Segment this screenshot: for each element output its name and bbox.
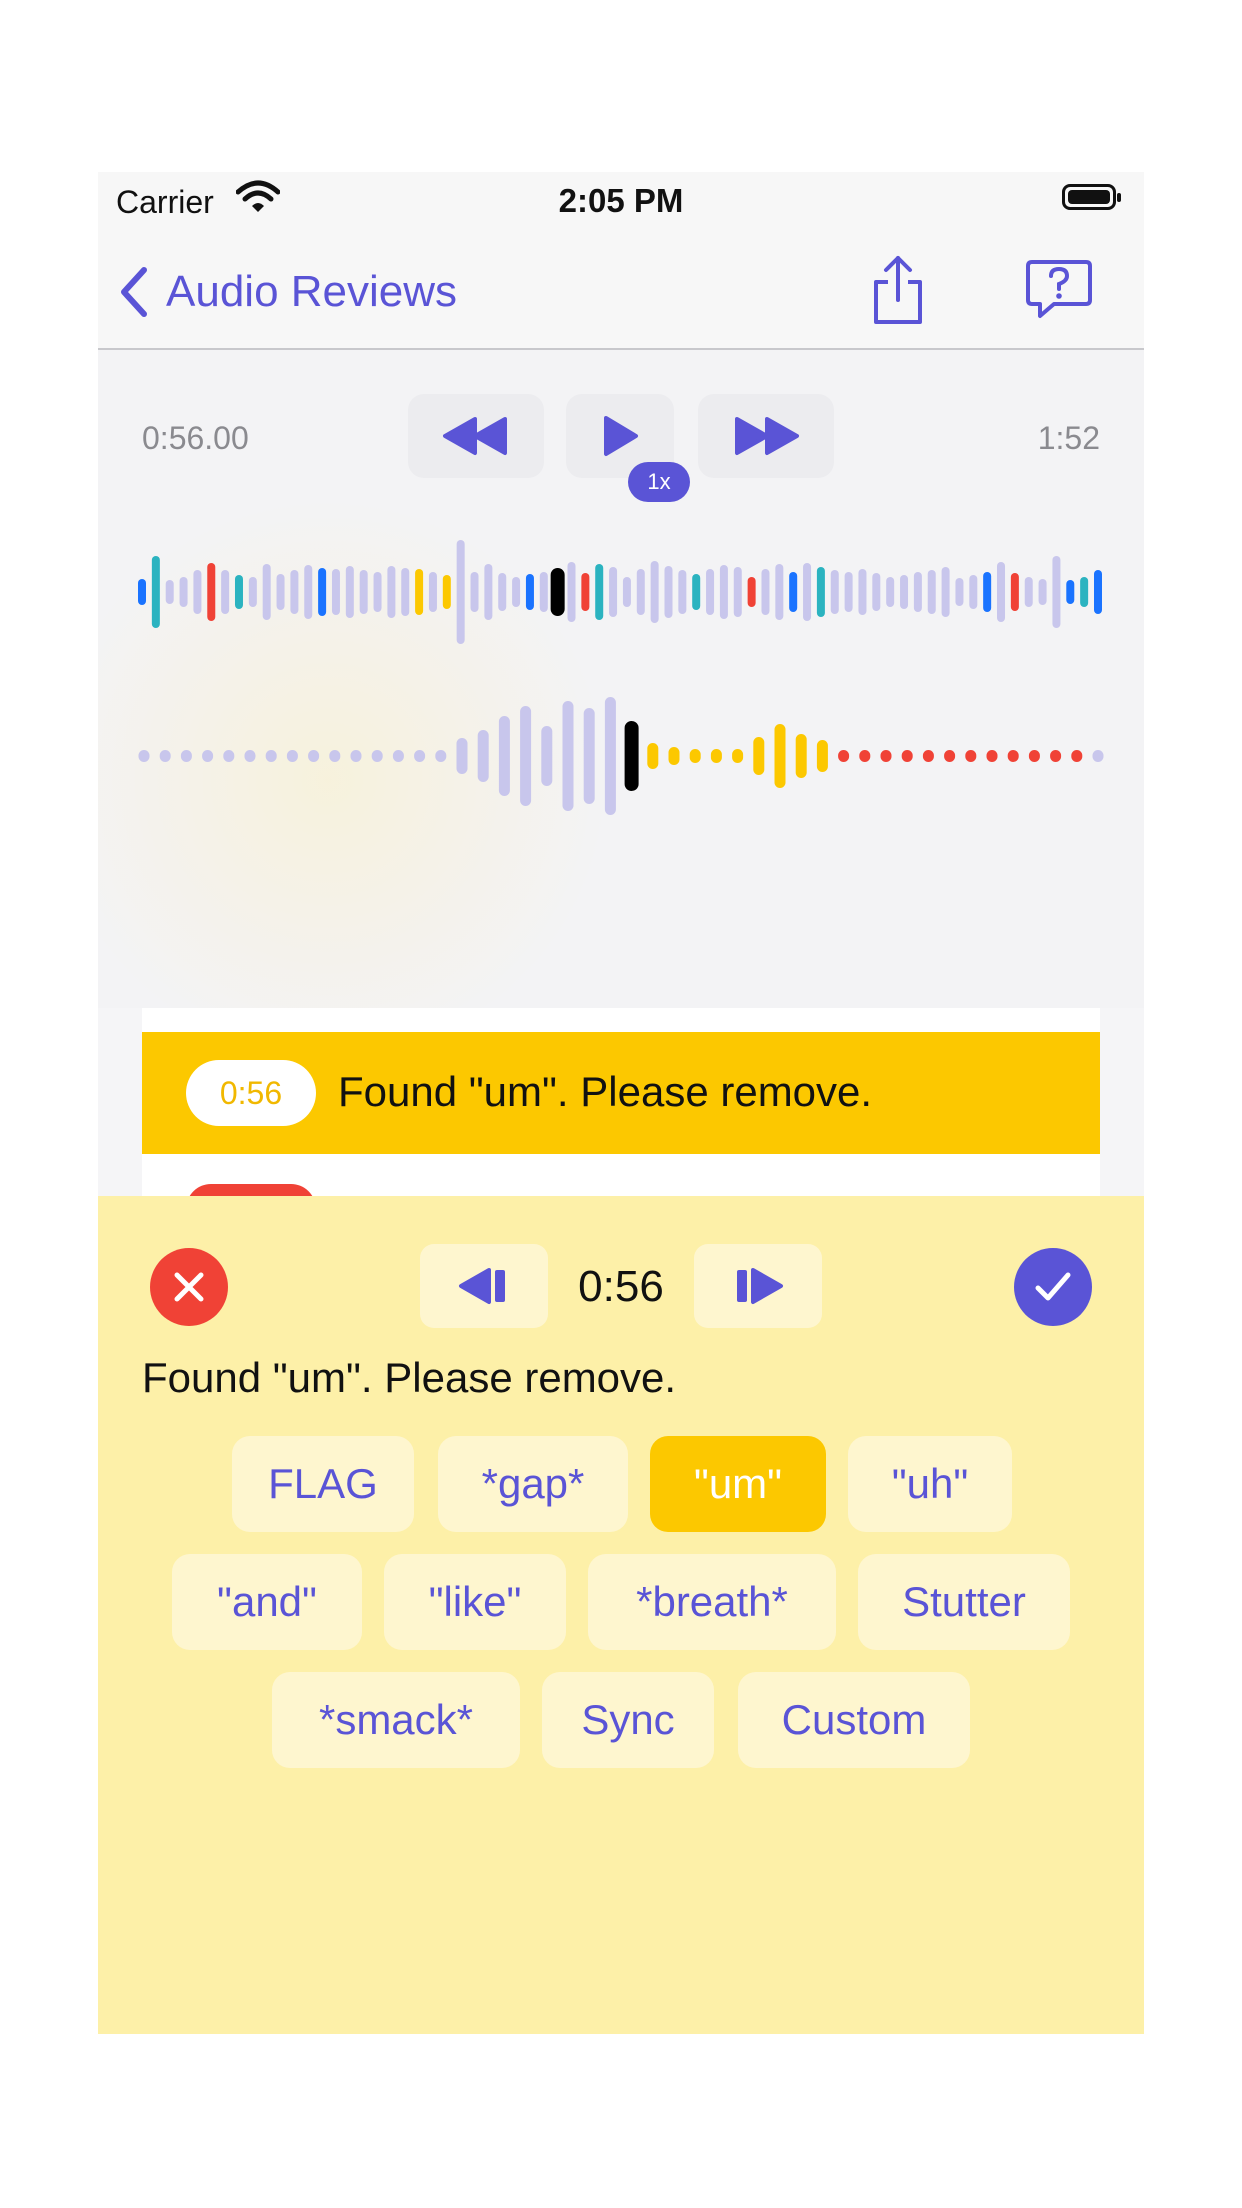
waveform-detail-bar — [986, 750, 998, 762]
status-time: 2:05 PM — [558, 182, 684, 219]
step-back-button[interactable] — [420, 1244, 548, 1328]
waveform-detail-bar — [541, 726, 553, 786]
flag-row-selected[interactable]: 0:56 Found "um". Please remove. — [142, 1032, 1100, 1154]
waveform-detail-bar — [562, 701, 574, 811]
tag-flag[interactable]: FLAG — [232, 1436, 414, 1532]
waveform-detail-bar — [1050, 750, 1062, 762]
rewind-icon — [443, 417, 507, 455]
tag-custom[interactable]: Custom — [738, 1672, 970, 1768]
waveform-detail-bar — [816, 740, 828, 772]
share-icon — [874, 256, 922, 324]
waveform-detail-bar — [922, 750, 934, 762]
playhead-marker-detail — [624, 721, 639, 791]
rewind-button[interactable] — [408, 394, 544, 478]
current-time: 0:56.00 — [142, 420, 249, 456]
step-forward-button[interactable] — [694, 1244, 822, 1328]
waveform-detail-bar — [392, 750, 404, 762]
waveform-detail-bar — [647, 743, 659, 769]
flag-time-pill: 0:56 — [186, 1060, 316, 1126]
back-button[interactable]: Audio Reviews — [118, 262, 457, 322]
tag-sync[interactable]: Sync — [542, 1672, 714, 1768]
battery-icon — [1062, 184, 1121, 210]
editor-time: 0:56 — [578, 1262, 664, 1311]
waveform-detail-bar — [1007, 750, 1019, 762]
waveform-detail-bar — [138, 750, 150, 762]
fast-forward-button[interactable] — [698, 394, 834, 478]
close-icon — [174, 1272, 204, 1302]
waveform-detail-bar — [880, 750, 892, 762]
flag-editor-panel: 0:56 Found "um". Please remove. FLAG *ga… — [98, 1196, 1144, 2034]
audio-player: 0:56.00 1:52 1x — [98, 350, 1144, 1008]
waveform-detail-bar — [223, 750, 235, 762]
tag-stutter[interactable]: Stutter — [858, 1554, 1070, 1650]
waveform-detail-bar — [668, 747, 680, 765]
status-bar: Carrier 2:05 PM — [98, 172, 1144, 232]
play-icon — [604, 416, 638, 456]
waveform-detail-bar — [795, 734, 807, 778]
waveform-detail-bar — [520, 706, 532, 806]
waveform-detail-bar — [435, 750, 447, 762]
step-forward-icon — [737, 1268, 783, 1304]
waveform-detail-bar — [371, 750, 383, 762]
cancel-button[interactable] — [150, 1248, 228, 1326]
waveform-detail-bar — [965, 750, 977, 762]
waveform-detail-bar — [180, 750, 192, 762]
waveform-detail-bar — [477, 730, 489, 782]
waveform-detail-bar — [350, 750, 362, 762]
waveform-detail-bar — [286, 750, 298, 762]
flag-note-text: Found "um". Please remove. — [142, 1354, 677, 1401]
waveform-detail-bar — [244, 750, 256, 762]
waveform-detail-bar — [732, 749, 744, 763]
share-button[interactable] — [868, 254, 928, 331]
waveform-detail-bar — [414, 750, 426, 762]
fast-forward-icon — [735, 417, 799, 455]
confirm-button[interactable] — [1014, 1248, 1092, 1326]
help-bubble-icon — [1026, 260, 1092, 318]
waveform-detail-bar — [1028, 750, 1040, 762]
step-back-icon — [459, 1268, 505, 1304]
waveform-detail-bar — [710, 749, 722, 763]
tag-like[interactable]: "like" — [384, 1554, 566, 1650]
flag-row-text: Found "um". Please remove. — [338, 1068, 873, 1115]
waveform-detail-bar — [265, 750, 277, 762]
help-button[interactable] — [1024, 258, 1094, 327]
waveform-detail-bar — [308, 750, 320, 762]
back-button-label: Audio Reviews — [166, 267, 458, 316]
waveform-detail-bar — [859, 750, 871, 762]
waveform-detail-bar — [583, 708, 595, 804]
playback-speed-badge[interactable]: 1x — [628, 462, 690, 502]
total-time: 1:52 — [1037, 420, 1100, 456]
tag-uh[interactable]: "uh" — [848, 1436, 1012, 1532]
waveform-detail-bar — [1092, 750, 1104, 762]
waveform-detail-bar — [159, 750, 171, 762]
waveform-detail-bar — [753, 737, 765, 775]
navigation-bar: Audio Reviews — [98, 232, 1144, 350]
waveform-detail-bar — [1071, 750, 1083, 762]
waveform-detail-bar — [604, 697, 616, 815]
waveform-detail-bar — [202, 750, 214, 762]
flag-list: 0:56 Found "um". Please remove. — [142, 1008, 1100, 1234]
tag-um[interactable]: "um" — [650, 1436, 826, 1532]
tag-gap[interactable]: *gap* — [438, 1436, 628, 1532]
tag-breath[interactable]: *breath* — [588, 1554, 836, 1650]
waveform-detail-bar — [329, 750, 341, 762]
tag-and[interactable]: "and" — [172, 1554, 362, 1650]
waveform-detail-bar — [689, 749, 701, 763]
waveform-detail-bar — [774, 724, 786, 788]
waveform-detail-bar — [901, 750, 913, 762]
tag-smack[interactable]: *smack* — [272, 1672, 520, 1768]
waveform-detail-bar — [498, 716, 510, 796]
chevron-left-icon — [121, 267, 147, 317]
waveform-detail-bar — [456, 738, 468, 774]
checkmark-icon — [1035, 1272, 1071, 1301]
waveform-detail-bar — [944, 750, 956, 762]
waveform-detail-bar — [838, 750, 850, 762]
app-screen: Carrier 2:05 PM Audio Reviews 0:56.00 1:… — [98, 172, 1144, 2034]
